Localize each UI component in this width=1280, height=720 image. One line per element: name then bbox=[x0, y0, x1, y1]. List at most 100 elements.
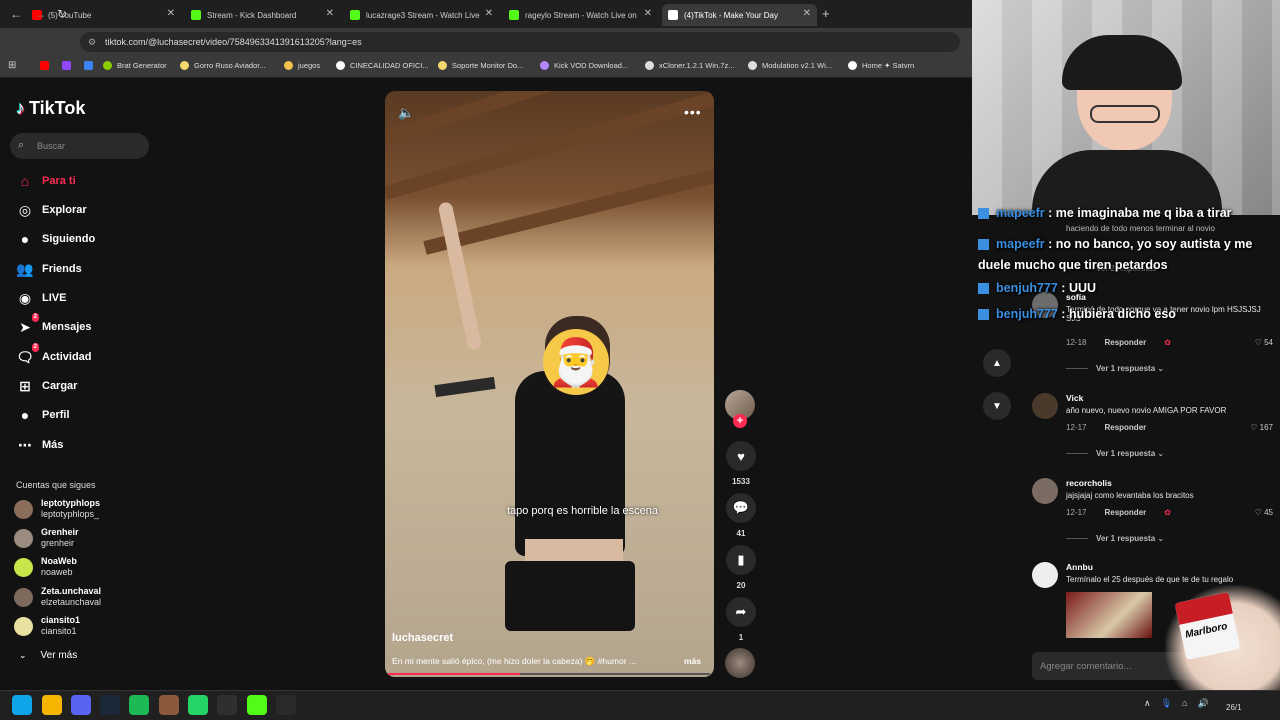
nav-item-friends[interactable]: 👥 Friends bbox=[16, 260, 81, 278]
browser-tab[interactable]: rageylo Stream - Watch Live on ✕ bbox=[503, 4, 658, 26]
bookmark-item[interactable]: Soporte Monitor Do... bbox=[438, 61, 523, 70]
taskbar-clock[interactable]: 26/1 bbox=[1226, 703, 1242, 712]
tray-overflow-icon[interactable]: ∧ bbox=[1144, 698, 1151, 709]
nav-item-live[interactable]: ◉ LIVE bbox=[16, 289, 67, 307]
back-icon[interactable]: ← bbox=[10, 7, 22, 21]
view-replies-button[interactable]: Ver 1 respuesta ⌄ bbox=[1066, 364, 1164, 373]
close-tab-icon[interactable]: ✕ bbox=[167, 8, 175, 19]
account-name: leptotyphlops bbox=[41, 498, 100, 508]
following-account[interactable]: ciansito1 ciansito1 bbox=[14, 615, 80, 637]
comment-like-button[interactable]: ♡ 45 bbox=[1255, 508, 1273, 517]
reply-button[interactable]: Responder bbox=[1104, 423, 1146, 432]
save-button[interactable]: ▮ bbox=[726, 545, 756, 575]
nav-item-para-ti[interactable]: ⌂ Para ti bbox=[16, 172, 76, 190]
comment-like-button[interactable]: ♡ 167 bbox=[1250, 423, 1273, 432]
bookmark-icon bbox=[848, 61, 857, 70]
comment-username[interactable]: Annbu bbox=[1066, 562, 1093, 572]
windows-icon[interactable] bbox=[12, 695, 32, 715]
reload-icon[interactable]: ↻ bbox=[57, 7, 67, 21]
following-account[interactable]: NoaWeb noaweb bbox=[14, 556, 77, 578]
steam-icon[interactable] bbox=[100, 695, 120, 715]
nav-item-mensajes[interactable]: ➤ 2 Mensajes bbox=[16, 313, 92, 336]
like-button[interactable]: ♥ bbox=[726, 441, 756, 471]
bookmark-item[interactable]: juegos bbox=[284, 61, 320, 70]
comment-avatar[interactable] bbox=[1032, 393, 1058, 419]
volume-icon[interactable]: 🔊 bbox=[1197, 698, 1208, 709]
nav-item-actividad[interactable]: 🗨 2 Actividad bbox=[16, 343, 92, 366]
nav-item-explorar[interactable]: ◎ Explorar bbox=[16, 201, 87, 219]
nav-item-siguiendo[interactable]: ● Siguiendo bbox=[16, 230, 95, 248]
close-tab-icon[interactable]: ✕ bbox=[326, 8, 334, 19]
reply-button[interactable]: Responder bbox=[1104, 338, 1146, 347]
bookmark-item[interactable]: Kick VOD Download... bbox=[540, 61, 628, 70]
comment-username[interactable]: Vick bbox=[1066, 393, 1083, 403]
video-player[interactable]: 🎅 bbox=[385, 91, 714, 677]
bookmark-item[interactable]: xCloner.1.2.1 Win.7z... bbox=[645, 61, 734, 70]
kick-icon[interactable] bbox=[247, 695, 267, 715]
view-replies-button[interactable]: Ver 1 respuesta ⌄ bbox=[1066, 449, 1164, 458]
close-tab-icon[interactable]: ✕ bbox=[644, 8, 652, 19]
comment-image[interactable] bbox=[1066, 592, 1152, 638]
nav-item-perfil[interactable]: ● Perfil bbox=[16, 406, 70, 424]
browser-tab[interactable]: lucazrage3 Stream - Watch Live ✕ bbox=[344, 4, 499, 26]
twitch-bookmark-icon[interactable] bbox=[62, 61, 71, 70]
kick-badge-icon bbox=[978, 208, 989, 220]
see-more-button[interactable]: ⌄ Ver más bbox=[19, 650, 77, 661]
bookmark-icon[interactable] bbox=[84, 61, 93, 70]
next-video-button[interactable]: ▼ bbox=[983, 392, 1011, 420]
browser-tab[interactable]: (4)TikTok - Make Your Day ✕ bbox=[662, 4, 817, 26]
share-button[interactable]: ➦ bbox=[726, 597, 756, 627]
nav-item-label: Perfil bbox=[42, 409, 70, 421]
following-account[interactable]: Zeta.unchaval elzetaunchaval bbox=[14, 586, 101, 608]
video-options-icon[interactable]: ••• bbox=[684, 104, 702, 120]
close-tab-icon[interactable]: ✕ bbox=[803, 8, 811, 19]
gmail-bookmark-icon[interactable] bbox=[40, 61, 49, 70]
heart-outline-icon: ♡ bbox=[1250, 423, 1258, 432]
apps-grid-icon[interactable]: ⊞ bbox=[8, 60, 16, 71]
close-tab-icon[interactable]: ✕ bbox=[485, 8, 493, 19]
new-tab-button[interactable]: + bbox=[822, 6, 830, 21]
forward-icon[interactable]: → bbox=[34, 7, 46, 21]
comment-avatar[interactable] bbox=[1032, 478, 1058, 504]
obs-icon[interactable] bbox=[217, 695, 237, 715]
bookmark-item[interactable]: Home ✦ Satvrn bbox=[848, 61, 914, 70]
video-author[interactable]: luchasecret bbox=[392, 632, 453, 644]
volume-icon[interactable]: 🔈 bbox=[398, 105, 414, 121]
discord-icon[interactable] bbox=[71, 695, 91, 715]
search-icon[interactable]: ⌕ bbox=[18, 139, 24, 152]
browser-tab[interactable]: (5) YouTube ✕ bbox=[26, 4, 181, 26]
comment-avatar[interactable] bbox=[1032, 562, 1058, 588]
creator-liked-icon: ✿ bbox=[1164, 508, 1171, 517]
live-icon: ◉ bbox=[18, 289, 32, 306]
chrome-icon[interactable] bbox=[42, 695, 62, 715]
following-account[interactable]: leptotyphlops leptotyphlops_ bbox=[14, 498, 100, 520]
following-account[interactable]: Grenheir grenheir bbox=[14, 527, 79, 549]
nav-item-más[interactable]: ⋯ Más bbox=[16, 436, 63, 454]
reply-button[interactable]: Responder bbox=[1104, 508, 1146, 517]
account-names: Grenheir grenheir bbox=[41, 527, 79, 549]
search-input[interactable] bbox=[37, 136, 145, 156]
kick-badge-icon bbox=[978, 239, 989, 251]
previous-video-button[interactable]: ▲ bbox=[983, 349, 1011, 377]
whatsapp-icon[interactable] bbox=[188, 695, 208, 715]
bookmark-item[interactable]: Brat Generator bbox=[103, 61, 167, 70]
tiktok-logo[interactable]: ♪ TikTok bbox=[16, 98, 85, 119]
bookmark-item[interactable]: CINECALIDAD OFICI... bbox=[336, 61, 429, 70]
bookmark-item[interactable]: Modulation v2.1 Wi... bbox=[748, 61, 832, 70]
view-replies-button[interactable]: Ver 1 respuesta ⌄ bbox=[1066, 534, 1164, 543]
network-icon[interactable]: ⌂ bbox=[1182, 698, 1187, 709]
comment-username[interactable]: recorcholis bbox=[1066, 478, 1112, 488]
site-info-icon[interactable]: ⚙ bbox=[88, 37, 96, 48]
app-icon[interactable] bbox=[159, 695, 179, 715]
sound-disc-icon[interactable] bbox=[725, 648, 755, 678]
comment-like-button[interactable]: ♡ 54 bbox=[1255, 338, 1273, 347]
spotify-icon[interactable] bbox=[129, 695, 149, 715]
browser-tab[interactable]: Stream - Kick Dashboard ✕ bbox=[185, 4, 340, 26]
epic-icon[interactable] bbox=[276, 695, 296, 715]
bookmark-item[interactable]: Gorro Ruso Aviador... bbox=[180, 61, 266, 70]
comment-button[interactable]: 💬 bbox=[726, 493, 756, 523]
follow-plus-icon[interactable]: + bbox=[733, 414, 747, 428]
nav-item-cargar[interactable]: ⊞ Cargar bbox=[16, 377, 77, 395]
description-more-button[interactable]: más bbox=[684, 656, 701, 666]
microphone-icon[interactable]: 🎙 bbox=[1161, 698, 1172, 709]
